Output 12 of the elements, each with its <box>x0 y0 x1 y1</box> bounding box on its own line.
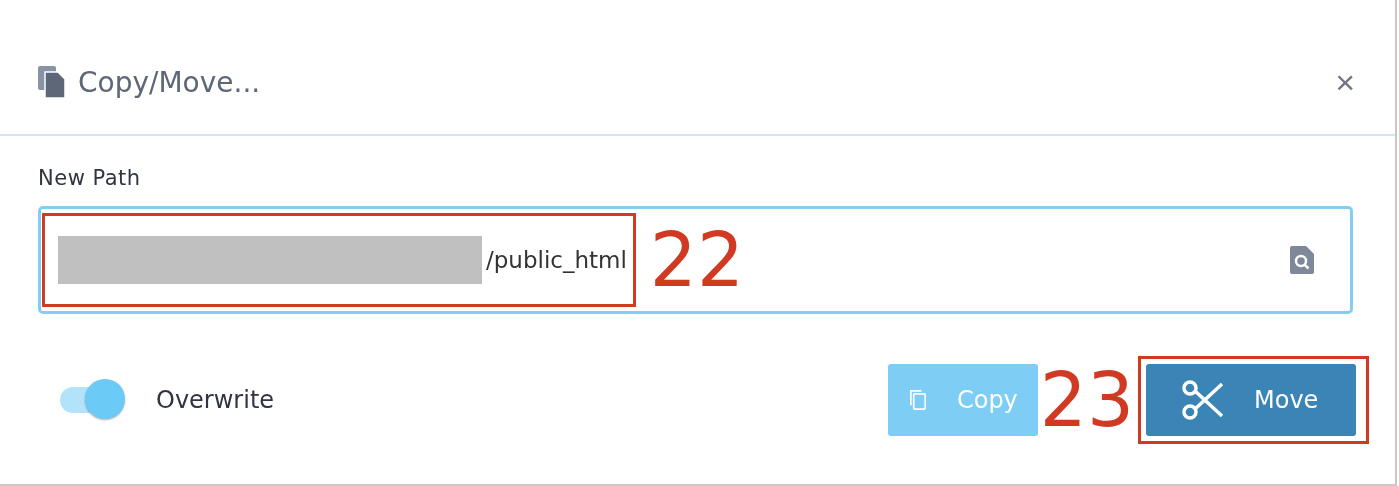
file-copy-icon <box>38 66 66 98</box>
move-button[interactable]: Move <box>1146 364 1356 436</box>
close-button[interactable]: × <box>1335 62 1355 102</box>
file-search-icon[interactable] <box>1290 246 1314 274</box>
field-label: New Path <box>38 166 142 190</box>
path-value: /public_html <box>486 247 627 273</box>
dialog-title: Copy/Move... <box>78 65 262 99</box>
path-field[interactable]: /public_html 22 <box>38 206 1353 314</box>
annotation-number: 22 <box>649 223 745 297</box>
annotation-number: 23 <box>1039 363 1134 437</box>
scissors-icon <box>1182 380 1224 420</box>
overwrite-label: Overwrite <box>156 386 276 414</box>
